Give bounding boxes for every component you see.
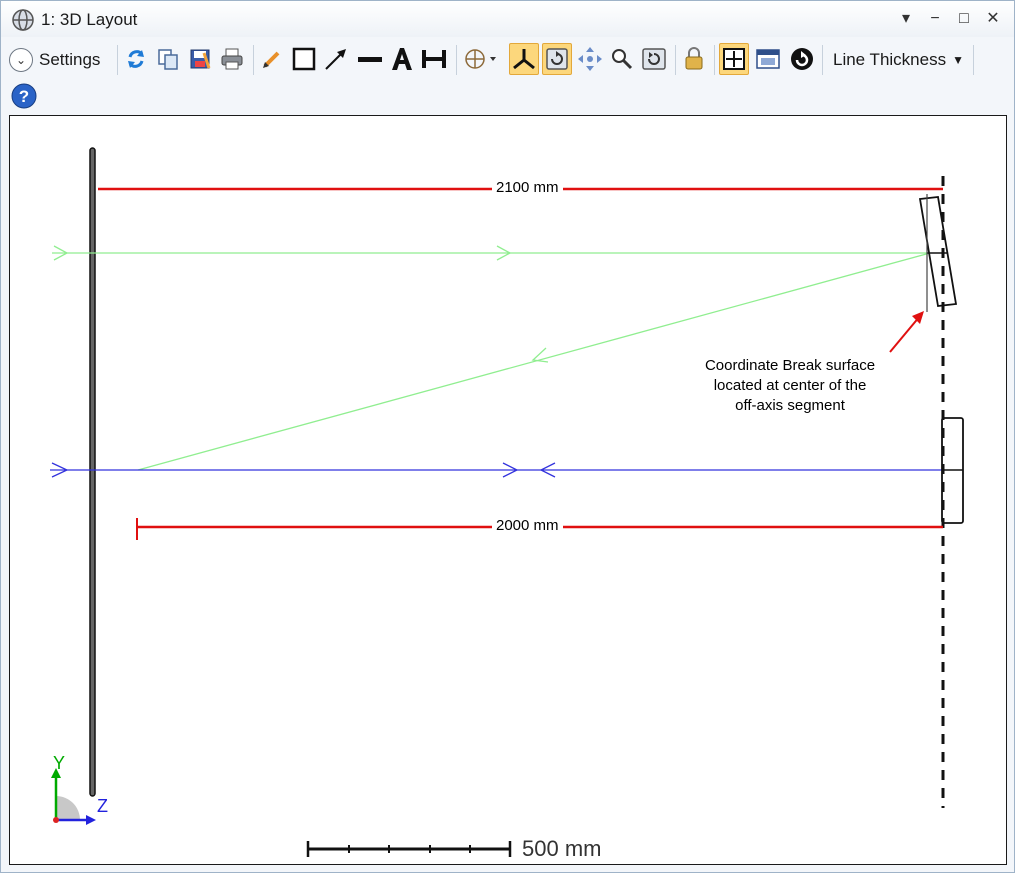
axes-toggle-button[interactable] [509,43,539,75]
zoom-icon [612,49,633,70]
maximize-button[interactable]: □ [952,7,976,31]
refresh-button[interactable] [121,43,151,75]
refresh-icon [128,50,144,68]
layout-window: 1: 3D Layout ▾ − □ ✕ ⌄ Settings Line Thi… [0,0,1015,873]
title-bar: 1: 3D Layout ▾ − □ ✕ [1,1,1014,37]
rotate-view-icon [465,49,496,69]
image-plane-surface [89,147,96,797]
fit-button[interactable] [719,43,749,75]
help-icon: ? [11,83,37,109]
toolbar-divider [973,45,974,75]
dimension-button[interactable] [419,43,449,75]
copy-button[interactable] [153,43,183,75]
reset-view-button[interactable] [639,43,669,75]
settings-button[interactable]: ⌄ Settings [9,45,100,75]
toolbar-divider [456,45,457,75]
window-button[interactable] [753,43,783,75]
print-icon [221,48,243,70]
reload-icon [791,48,813,70]
rectangle-icon [292,47,316,71]
save-icon [190,49,211,69]
layout-canvas[interactable]: 2100 mm 2000 mm Coordinate Break surface… [9,115,1007,865]
window-title: 1: 3D Layout [41,10,138,29]
toolbar-divider [714,45,715,75]
auto-apply-icon [546,48,568,70]
axis-origin [53,817,59,823]
lock-button[interactable] [679,43,709,75]
settings-label: Settings [39,50,101,69]
axis-y-label: Y [53,753,66,773]
line-thickness-dropdown[interactable]: Line Thickness ▼ [827,45,975,75]
auto-apply-button[interactable] [542,43,572,75]
line-thickness-label: Line Thickness [833,50,947,69]
line-button[interactable] [355,43,385,75]
pencil-icon [263,51,280,68]
dimension-icon [422,50,446,68]
toolbar-divider [253,45,254,75]
rotate-view-dropdown[interactable] [461,43,501,75]
lock-icon [685,47,703,70]
axis-z-label: Z [97,796,108,816]
pencil-button[interactable] [257,43,287,75]
toolbar-divider [117,45,118,75]
dimension-label-top: 2100 mm [492,179,563,196]
line-icon [358,57,382,62]
print-button[interactable] [217,43,247,75]
help-button[interactable]: ? [11,83,37,109]
annotation-arrow [889,315,921,353]
chevron-down-icon: ⌄ [9,48,33,72]
toolbar-divider [822,45,823,75]
axes-icon [513,49,535,70]
pan-icon [578,47,602,71]
minimize-button[interactable]: − [923,7,947,31]
annotation-text: Coordinate Break surface located at cent… [704,357,876,414]
reload-button[interactable] [787,43,817,75]
arrow-button[interactable] [321,43,351,75]
rectangle-button[interactable] [289,43,319,75]
save-button[interactable] [185,43,215,75]
toolbar-divider [675,45,676,75]
reset-view-icon [642,48,666,70]
close-button[interactable]: ✕ [981,7,1005,31]
arrow-icon [325,49,346,70]
chevron-down-icon: ▼ [952,53,964,67]
zoom-button[interactable] [607,43,637,75]
layout-drawing [50,147,964,857]
axis-triad-quadrant [56,796,80,820]
dimension-label-bottom: 2000 mm [492,517,563,534]
window-icon [756,49,780,69]
toolbar: ⌄ Settings Line Thickness ▼ [1,39,1014,81]
pan-button[interactable] [575,43,605,75]
lens-app-icon [12,9,34,31]
text-button[interactable] [387,43,417,75]
tilted-mirror-surface [918,196,958,307]
window-menu-chevron-icon[interactable]: ▾ [894,7,918,31]
text-icon [392,48,412,70]
copy-icon [158,49,178,70]
svg-text:?: ? [19,87,29,106]
fit-icon [723,48,745,70]
scale-bar-label: 500 mm [522,836,602,861]
